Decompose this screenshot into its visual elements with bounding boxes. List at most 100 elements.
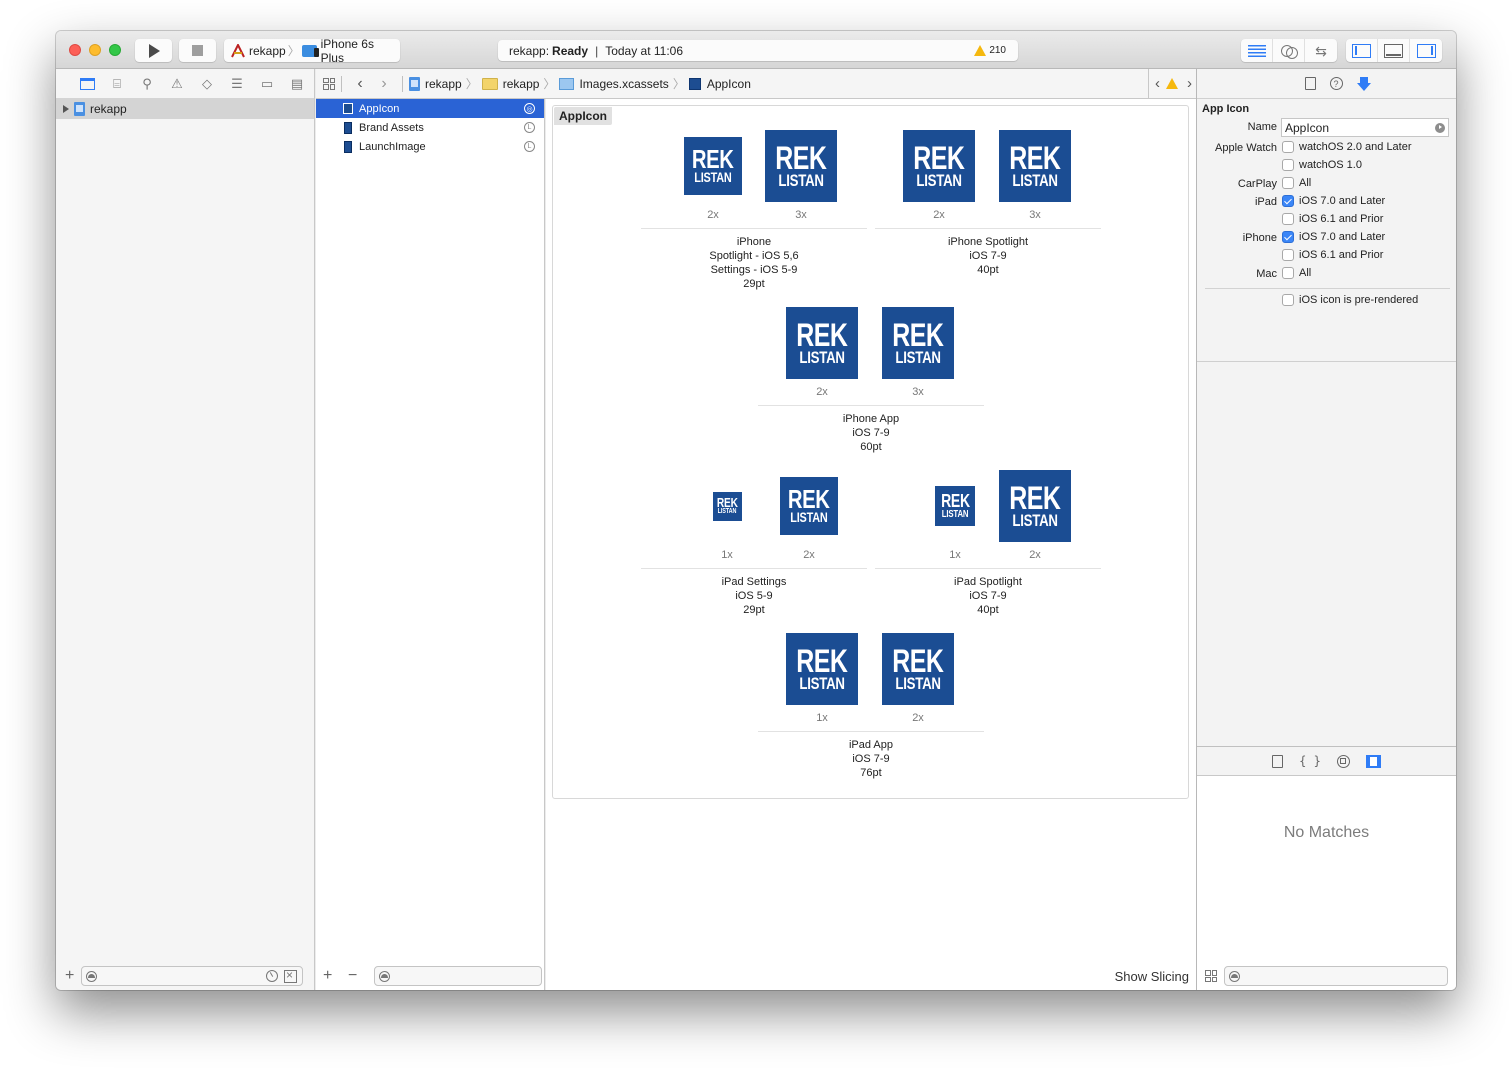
- scm-filter-icon[interactable]: [284, 968, 297, 983]
- name-input[interactable]: AppIcon: [1281, 118, 1449, 137]
- scale-label: 3x: [912, 386, 924, 398]
- play-icon: [149, 43, 160, 58]
- caption-line: 29pt: [743, 278, 765, 290]
- debug-navigator-tab[interactable]: ☰: [222, 74, 252, 94]
- minimize-window-button[interactable]: [89, 44, 101, 56]
- app-icon-image-well[interactable]: REK LISTAN: [999, 470, 1071, 542]
- symbol-navigator-tab[interactable]: ⌸: [102, 74, 132, 94]
- app-icon-image-well[interactable]: REK LISTAN: [882, 633, 954, 705]
- chevron-right-icon: 〉: [543, 77, 556, 91]
- issue-navigator-tab[interactable]: ⚠: [162, 74, 192, 94]
- app-icon-set-icon: [343, 103, 353, 114]
- scheme-selector[interactable]: rekapp 〉 iPhone 6s Plus: [224, 37, 400, 65]
- option-checkbox[interactable]: watchOS 1.0: [1282, 159, 1362, 171]
- forward-button[interactable]: ›: [372, 75, 396, 93]
- library-panel: { } No Matches: [1197, 746, 1456, 990]
- media-library-icon[interactable]: [1365, 754, 1381, 768]
- go-arrow-icon[interactable]: [1435, 122, 1445, 133]
- set-title: AppIcon: [554, 107, 612, 125]
- option-checkbox[interactable]: iOS 6.1 and Prior: [1282, 213, 1383, 225]
- app-icon-image-well[interactable]: REK LISTAN: [765, 130, 837, 202]
- app-icon-image-well[interactable]: REK LISTAN: [712, 491, 742, 521]
- breakpoint-navigator-tab[interactable]: ▭: [252, 74, 282, 94]
- option-checkbox[interactable]: watchOS 2.0 and Later: [1282, 141, 1412, 153]
- breadcrumb-xcassets[interactable]: Images.xcassets 〉: [559, 75, 688, 92]
- option-checkbox[interactable]: iOS 6.1 and Prior: [1282, 249, 1383, 261]
- breadcrumb-appicon[interactable]: AppIcon: [688, 77, 751, 91]
- report-navigator-tab[interactable]: ▤: [282, 74, 312, 94]
- quick-help-icon[interactable]: ?: [1329, 77, 1343, 90]
- breadcrumb-project[interactable]: rekapp 〉: [409, 75, 482, 92]
- option-checkbox[interactable]: iOS 7.0 and Later: [1282, 231, 1385, 243]
- project-tree-item[interactable]: rekapp: [56, 99, 314, 119]
- stop-button[interactable]: [179, 39, 216, 62]
- project-navigator-tab[interactable]: [72, 74, 102, 94]
- back-button[interactable]: ‹: [348, 75, 372, 93]
- test-navigator-tab[interactable]: ◇: [192, 74, 222, 94]
- asset-item-appicon[interactable]: AppIcon ◎: [316, 99, 544, 118]
- add-file-button[interactable]: +: [65, 967, 81, 985]
- toggle-debug-area-button[interactable]: [1378, 39, 1410, 62]
- recent-files-icon[interactable]: [266, 970, 278, 982]
- app-icon-image-well[interactable]: REK LISTAN: [999, 130, 1071, 202]
- checkbox[interactable]: [1282, 294, 1294, 306]
- scale-label: 2x: [803, 549, 815, 561]
- checkbox[interactable]: [1282, 177, 1294, 189]
- navigator-filter-input[interactable]: [81, 966, 303, 986]
- scheme-device-name[interactable]: iPhone 6s Plus: [321, 37, 400, 65]
- zoom-window-button[interactable]: [109, 44, 121, 56]
- toggle-utilities-button[interactable]: [1410, 39, 1442, 62]
- file-inspector-icon[interactable]: [1304, 77, 1316, 90]
- caption-line: iOS 7-9: [969, 250, 1007, 262]
- standard-editor-button[interactable]: [1241, 39, 1273, 62]
- name-row: Name AppIcon: [1197, 118, 1456, 140]
- app-icon-image-well[interactable]: REK LISTAN: [684, 137, 742, 195]
- checkbox[interactable]: [1282, 141, 1294, 153]
- icon-text-line2: LISTAN: [694, 169, 732, 186]
- option-checkbox[interactable]: All: [1282, 177, 1311, 189]
- asset-filter-input[interactable]: [374, 966, 542, 986]
- checkbox[interactable]: [1282, 195, 1294, 207]
- previous-issue-button[interactable]: ‹: [1155, 75, 1160, 92]
- close-window-button[interactable]: [69, 44, 81, 56]
- version-editor-button[interactable]: ⇆: [1305, 39, 1337, 62]
- related-items-icon[interactable]: [323, 77, 335, 90]
- asset-list: AppIcon ◎ Brand Assets L LaunchImage L +…: [316, 99, 545, 990]
- file-template-library-icon[interactable]: [1272, 754, 1284, 768]
- asset-item-launchimage[interactable]: LaunchImage L: [316, 137, 544, 156]
- next-issue-button[interactable]: ›: [1187, 75, 1192, 92]
- add-asset-button[interactable]: +: [323, 967, 339, 985]
- object-library-icon[interactable]: [1336, 754, 1350, 768]
- option-checkbox[interactable]: iOS 7.0 and Later: [1282, 195, 1385, 207]
- app-icon-image-well[interactable]: REK LISTAN: [780, 477, 838, 535]
- toggle-navigator-button[interactable]: [1346, 39, 1378, 62]
- library-filter-input[interactable]: [1224, 966, 1448, 986]
- app-icon-image-well[interactable]: REK LISTAN: [786, 307, 858, 379]
- breadcrumb-group[interactable]: rekapp 〉: [481, 75, 560, 92]
- app-icon-image-well[interactable]: REK LISTAN: [935, 486, 975, 526]
- app-icon-image-well[interactable]: REK LISTAN: [882, 307, 954, 379]
- show-slicing-button[interactable]: Show Slicing: [1115, 969, 1189, 984]
- checkbox[interactable]: [1282, 159, 1294, 171]
- warning-icon[interactable]: [1166, 78, 1178, 89]
- checkbox[interactable]: [1282, 267, 1294, 279]
- assistant-editor-button[interactable]: [1273, 39, 1305, 62]
- checkbox[interactable]: [1282, 213, 1294, 225]
- prerendered-checkbox[interactable]: iOS icon is pre-rendered: [1282, 294, 1418, 306]
- remove-asset-button[interactable]: −: [348, 967, 364, 985]
- attributes-inspector-icon[interactable]: [1356, 76, 1371, 91]
- find-navigator-tab[interactable]: ⚲: [132, 74, 162, 94]
- app-icon-image-well[interactable]: REK LISTAN: [786, 633, 858, 705]
- option-checkbox[interactable]: All: [1282, 267, 1311, 279]
- run-button[interactable]: [135, 39, 172, 62]
- grid-view-icon[interactable]: [1205, 970, 1217, 982]
- warnings-indicator[interactable]: 210: [974, 45, 1006, 56]
- option-group-label: iPad: [1254, 196, 1277, 208]
- checkbox[interactable]: [1282, 231, 1294, 243]
- icon-slot-group: REK LISTAN 2x REK LISTAN 3x iPhone App iOS 7-9 6…: [758, 307, 984, 467]
- code-snippet-library-icon[interactable]: { }: [1299, 754, 1321, 768]
- checkbox[interactable]: [1282, 249, 1294, 261]
- asset-item-brand-assets[interactable]: Brand Assets L: [316, 118, 544, 137]
- disclosure-triangle-icon[interactable]: [63, 105, 69, 113]
- app-icon-image-well[interactable]: REK LISTAN: [903, 130, 975, 202]
